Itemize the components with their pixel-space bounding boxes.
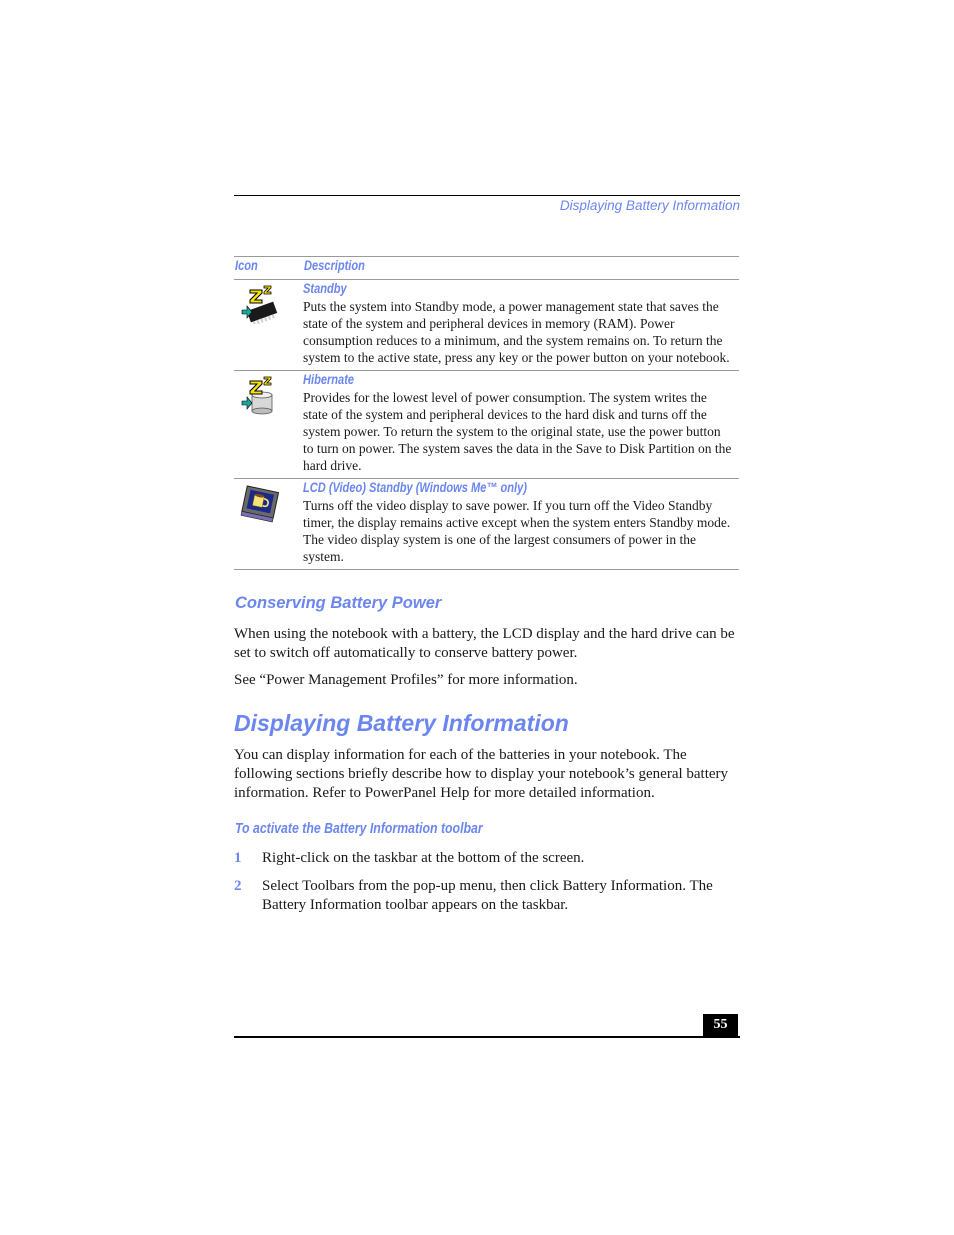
row-title: Standby xyxy=(303,281,347,296)
top-rule xyxy=(234,195,740,196)
table-row: Hibernate Provides for the lowest level … xyxy=(234,371,739,479)
table-header: Icon Description xyxy=(234,256,739,280)
hibernate-icon xyxy=(240,375,280,415)
procedure-heading: To activate the Battery Information tool… xyxy=(235,820,483,837)
row-description: Turns off the video display to save powe… xyxy=(303,498,731,564)
paragraph-displaying: You can display information for each of … xyxy=(234,747,729,801)
step-number: 2 xyxy=(234,878,242,894)
procedure-step: 2 Select Toolbars from the pop-up menu, … xyxy=(234,877,744,915)
row-description: Provides for the lowest level of power c… xyxy=(303,390,732,473)
row-title: Hibernate xyxy=(303,372,355,387)
procedure-step: 1 Right-click on the taskbar at the bott… xyxy=(234,849,744,868)
running-header: Displaying Battery Information xyxy=(559,198,740,213)
row-title: LCD (Video) Standby (Windows Me™ only) xyxy=(303,480,527,495)
see-also-link-text: See “Power Management Profiles” for more… xyxy=(234,672,578,688)
step-text: Select Toolbars from the pop-up menu, th… xyxy=(262,878,713,913)
header-icon: Icon xyxy=(235,258,258,273)
section-heading-displaying: Displaying Battery Information xyxy=(234,710,569,736)
step-text: Right-click on the taskbar at the bottom… xyxy=(262,850,585,866)
section-heading-conserving: Conserving Battery Power xyxy=(235,594,442,612)
table-row: LCD (Video) Standby (Windows Me™ only) T… xyxy=(234,479,739,570)
icon-description-table: Icon Description Standby Puts the system… xyxy=(234,256,739,570)
row-description: Puts the system into Standby mode, a pow… xyxy=(303,299,730,365)
header-description: Description xyxy=(304,258,365,273)
page-number: 55 xyxy=(703,1014,738,1036)
table-row: Standby Puts the system into Standby mod… xyxy=(234,280,739,371)
paragraph-conserving: When using the notebook with a battery, … xyxy=(234,626,735,661)
standby-icon xyxy=(240,284,280,326)
step-number: 1 xyxy=(234,850,242,866)
lcd-standby-icon xyxy=(240,483,280,523)
bottom-rule xyxy=(234,1036,740,1038)
